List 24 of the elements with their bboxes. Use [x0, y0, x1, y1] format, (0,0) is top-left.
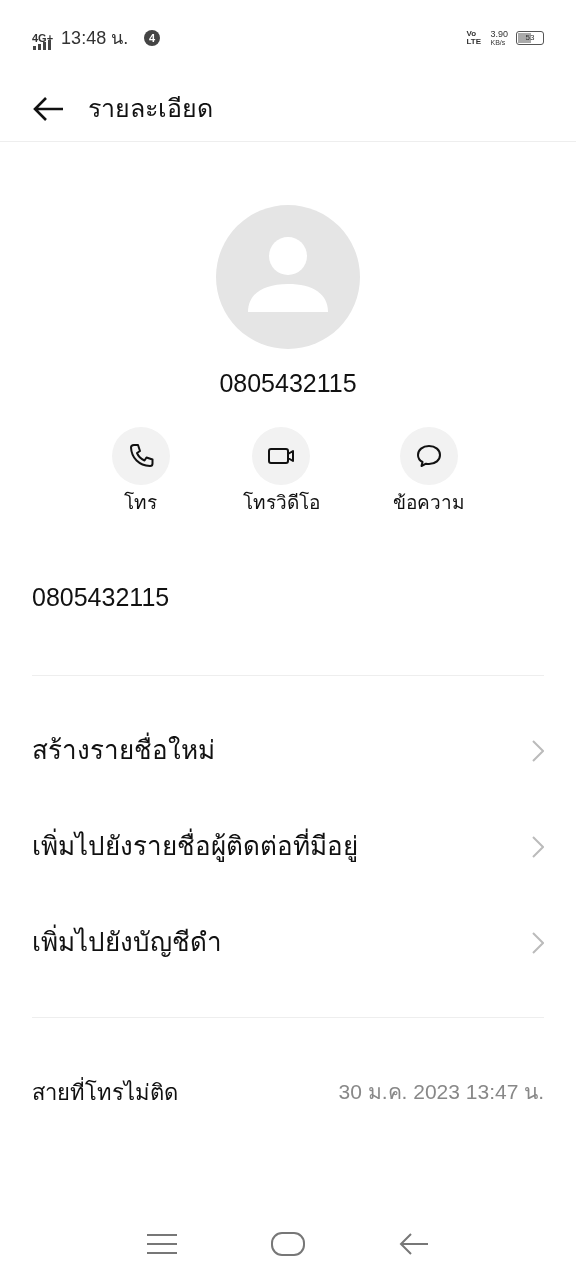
- person-icon: [248, 234, 328, 314]
- network-speed: 3.90: [490, 30, 508, 39]
- network-indicator: 4G+: [32, 32, 54, 44]
- call-type: สายที่โทรไม่ติด: [32, 1076, 178, 1107]
- page-title: รายละเอียด: [88, 92, 213, 124]
- signal-icon: [33, 40, 54, 50]
- menu-item[interactable]: เพิ่มไปยังรายชื่อผู้ติดต่อที่มีอยู่: [0, 798, 576, 895]
- back-icon[interactable]: [32, 95, 64, 122]
- call-time: 30 ม.ค. 2023 13:47 น.: [338, 1079, 544, 1106]
- contact-name: 0805432115: [219, 368, 357, 399]
- chevron-right-icon: [532, 835, 544, 858]
- action-label: โทรวิดีโอ: [242, 490, 320, 515]
- menu-item[interactable]: สร้างรายชื่อใหม่: [0, 702, 576, 799]
- menu-icon[interactable]: [147, 1232, 177, 1255]
- action-label: ข้อความ: [392, 490, 465, 515]
- menu-item[interactable]: เพิ่มไปยังบัญชีดำ: [0, 894, 576, 991]
- status-time: 13:48 น.: [61, 26, 129, 50]
- volte-indicator: Vo LTE: [466, 30, 482, 46]
- home-icon[interactable]: [271, 1231, 305, 1256]
- notification-badge: 4: [144, 30, 161, 46]
- action-label: โทร: [124, 490, 157, 515]
- chevron-right-icon: [532, 739, 544, 762]
- phone-number: 0805432115: [31, 582, 171, 613]
- chevron-right-icon: [532, 931, 544, 954]
